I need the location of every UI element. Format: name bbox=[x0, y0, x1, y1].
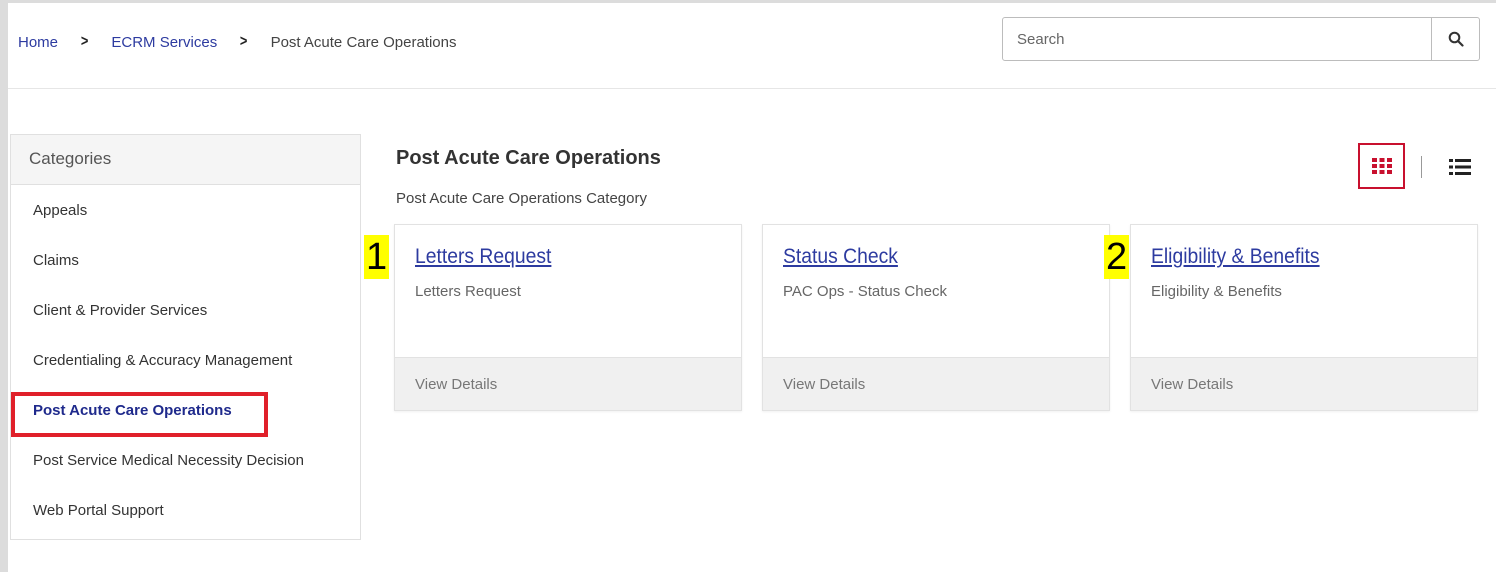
sidebar-item-client-provider-services[interactable]: Client & Provider Services bbox=[11, 285, 360, 335]
app-frame: Home > ECRM Services > Post Acute Care O… bbox=[0, 0, 1496, 572]
chevron-right-icon: > bbox=[240, 33, 248, 50]
page-subtitle: Post Acute Care Operations Category bbox=[396, 190, 647, 207]
card-title-link[interactable]: Letters Request bbox=[415, 245, 551, 269]
categories-sidebar: Categories Appeals Claims Client & Provi… bbox=[10, 134, 361, 540]
page-title: Post Acute Care Operations bbox=[396, 147, 661, 169]
sidebar-item-web-portal-support[interactable]: Web Portal Support bbox=[11, 485, 360, 535]
service-card-eligibility-benefits: Eligibility & Benefits Eligibility & Ben… bbox=[1130, 224, 1478, 411]
card-description: PAC Ops - Status Check bbox=[783, 283, 947, 300]
card-description: Eligibility & Benefits bbox=[1151, 283, 1282, 300]
sidebar-item-claims[interactable]: Claims bbox=[11, 235, 360, 285]
view-toggle-divider bbox=[1421, 156, 1422, 178]
sidebar-item-credentialing[interactable]: Credentialing & Accuracy Management bbox=[11, 335, 360, 385]
sidebar-item-post-acute-care-operations[interactable]: Post Acute Care Operations bbox=[11, 385, 360, 435]
search-input[interactable] bbox=[1003, 18, 1431, 60]
service-card-letters-request: Letters Request Letters Request View Det… bbox=[394, 224, 742, 411]
annotation-marker-1: 1 bbox=[364, 235, 390, 279]
page-header: Home > ECRM Services > Post Acute Care O… bbox=[8, 3, 1496, 89]
sidebar-item-appeals[interactable]: Appeals bbox=[11, 185, 360, 235]
service-card-status-check: Status Check PAC Ops - Status Check View… bbox=[762, 224, 1110, 411]
view-details-button[interactable]: View Details bbox=[395, 357, 741, 410]
breadcrumb: Home > ECRM Services > Post Acute Care O… bbox=[18, 33, 457, 51]
breadcrumb-current: Post Acute Care Operations bbox=[270, 33, 457, 51]
sidebar-header: Categories bbox=[11, 135, 360, 185]
card-title-link[interactable]: Status Check bbox=[783, 245, 898, 269]
search-button[interactable] bbox=[1431, 18, 1479, 60]
search-icon bbox=[1448, 31, 1464, 47]
search-box bbox=[1002, 17, 1480, 61]
card-title-link[interactable]: Eligibility & Benefits bbox=[1151, 245, 1320, 269]
grid-view-icon bbox=[1371, 158, 1392, 174]
list-view-button[interactable] bbox=[1444, 151, 1476, 183]
breadcrumb-home[interactable]: Home bbox=[18, 34, 58, 51]
grid-view-button[interactable] bbox=[1358, 143, 1405, 189]
breadcrumb-ecrm-services[interactable]: ECRM Services bbox=[111, 34, 217, 51]
view-details-button[interactable]: View Details bbox=[763, 357, 1109, 410]
sidebar-list: Appeals Claims Client & Provider Service… bbox=[11, 185, 360, 535]
sidebar-item-post-service-medical-necessity[interactable]: Post Service Medical Necessity Decision bbox=[11, 435, 360, 485]
chevron-right-icon: > bbox=[80, 33, 89, 50]
view-details-button[interactable]: View Details bbox=[1131, 357, 1477, 410]
list-view-icon bbox=[1449, 159, 1471, 175]
card-description: Letters Request bbox=[415, 283, 521, 300]
annotation-marker-2: 2 bbox=[1104, 235, 1130, 279]
